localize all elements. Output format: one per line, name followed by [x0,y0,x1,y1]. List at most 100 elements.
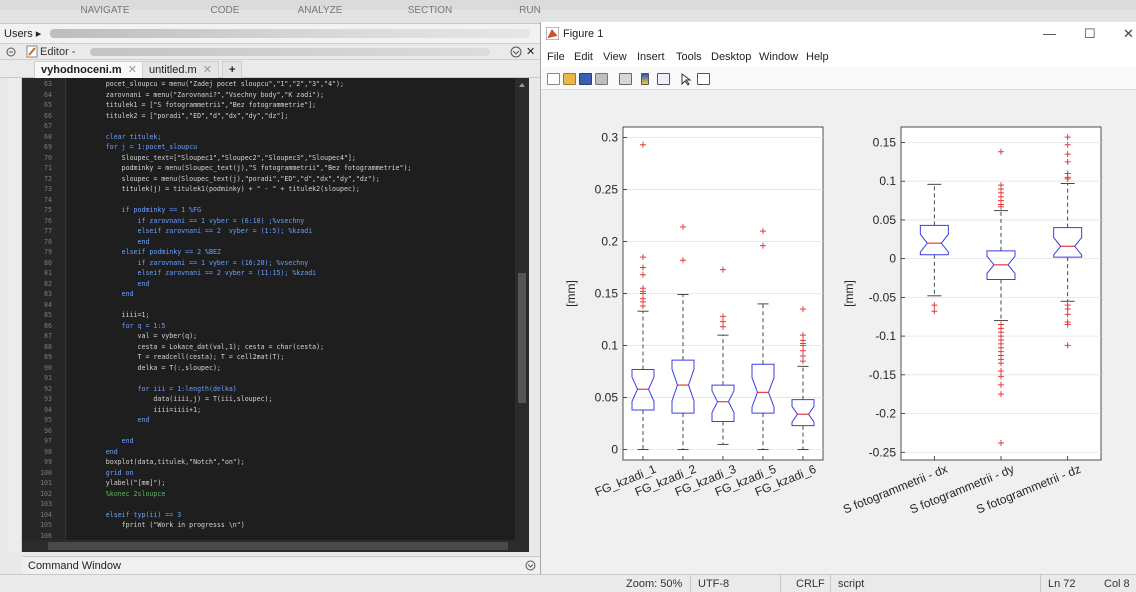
editor-vertical-scrollbar[interactable] [515,78,529,540]
tab-close-icon[interactable]: ✕ [128,64,137,76]
code-line: zarovnani = menu("Zarovnani?","Vsechny b… [74,90,325,99]
tab-close-icon[interactable]: ✕ [203,64,212,76]
code-line: data(iiii,j) = T(iii,sloupec); [74,395,273,403]
line-number: 88 [44,342,52,351]
editor-pencil-icon [26,45,38,58]
menu-edit[interactable]: Edit [574,51,593,63]
editor-horizontal-scrollbar[interactable] [22,540,529,552]
link-icon[interactable] [619,73,632,85]
save-icon[interactable] [579,73,592,85]
minimize-button[interactable]: — [1043,26,1056,41]
code-line: end [74,416,150,424]
code-line: Sloupec_text=["Sloupec1","Sloupec2","Slo… [74,153,356,162]
status-line[interactable]: Ln 72 [1048,578,1076,590]
code-line: end [74,279,150,288]
ribbon-tab-analyze[interactable]: ANALYZE [280,0,360,22]
new-figure-icon[interactable] [547,73,560,85]
menu-view[interactable]: View [603,51,627,63]
path-users[interactable]: Users ▸ [4,27,41,40]
figure-menubar: File Edit View Insert Tools Desktop Wind… [541,47,1136,67]
colorbar-icon[interactable] [641,73,649,85]
tab-label: untitled.m [149,64,197,76]
status-separator [830,575,831,592]
line-number: 65 [44,101,52,109]
y-tick-label: 0 [611,443,618,457]
legend-icon[interactable] [657,73,670,85]
line-number: 72 [44,174,52,183]
panel-collapse-icon[interactable] [6,46,16,58]
status-eol[interactable]: CRLF [796,578,825,590]
current-folder-bar[interactable]: Users ▸ [0,24,545,44]
figure-window: Figure 1 — ☐ ✕ File Edit View Insert Too… [540,22,1136,574]
scroll-up-icon[interactable] [519,83,525,87]
code-line: cesta = Lokace_dat(val,1); cesta = char(… [74,342,325,351]
line-number: 77 [44,227,52,235]
line-number: 96 [44,426,52,435]
y-tick-label: -0.25 [869,445,897,459]
scroll-thumb[interactable] [518,273,526,403]
tab-untitled[interactable]: untitled.m ✕ [142,61,219,78]
y-tick-label: 0 [889,252,896,266]
menu-file[interactable]: File [547,51,565,63]
add-tab-button[interactable]: + [222,61,243,78]
code-line: titulek(j) = titulek1(podminky) + " - " … [74,185,360,193]
code-line: clear titulek; [74,132,162,141]
x-tick-label: S fotogrammetrii - dx [841,462,950,517]
line-number: 83 [44,290,52,298]
status-encoding[interactable]: UTF-8 [698,578,729,590]
code-line: elseif typ(ii) == 3 [74,510,182,519]
property-editor-icon[interactable] [697,73,710,85]
menu-tools[interactable]: Tools [676,51,702,63]
menu-desktop[interactable]: Desktop [711,51,751,63]
hscroll-thumb[interactable] [48,542,508,550]
code-line: iiii=iiii+1; [74,405,202,414]
left-panel-edge [8,78,22,552]
line-number: 91 [44,374,52,382]
status-filetype[interactable]: script [838,578,864,590]
figure-titlebar[interactable]: Figure 1 — ☐ ✕ [541,22,1136,47]
code-line: end [74,447,118,456]
menu-help[interactable]: Help [806,51,829,63]
editor-header: Editor - ✕ [0,44,545,60]
maximize-button[interactable]: ☐ [1084,26,1096,42]
tab-vyhodnoceni[interactable]: vyhodnoceni.m ✕ [34,61,144,78]
code-line: elseif podminky == 2 %BEZ [74,248,221,256]
code-line: if podminky == 1 %FG [74,206,202,214]
y-tick-label: 0.2 [601,234,618,248]
figure-canvas: 0 0.05 0.1 0.15 0.2 0.25 0.3 [mm] FG_kzadi_1 FG_k… [541,91,1136,574]
y-tick-label: 0.15 [873,135,897,149]
line-number: 70 [44,153,52,162]
code-line: end [74,290,134,298]
code-line: elseif zarovnani == 2 vyber = (11:15); %… [74,269,317,277]
code-editor[interactable]: 63 pocet_sloupcu = menu("Zadej pocet slo… [22,78,515,540]
ribbon-tab-navigate[interactable]: NAVIGATE [60,0,150,22]
status-separator [780,575,781,592]
pointer-icon[interactable] [680,73,692,86]
open-file-icon[interactable] [563,73,576,85]
ribbon-tab-code[interactable]: CODE [190,0,260,22]
code-line: if zarovnani == 1 vyber = (6:10) ;%vsech… [74,216,305,225]
close-button[interactable]: ✕ [1123,26,1134,42]
menu-insert[interactable]: Insert [637,51,665,63]
y-tick-label: 0.25 [595,182,619,196]
ribbon-tab-section[interactable]: SECTION [390,0,470,22]
editor-close-icon[interactable]: ✕ [526,45,535,58]
editor-options-icon[interactable] [510,46,522,58]
status-zoom[interactable]: Zoom: 50% [626,578,682,590]
line-number: 94 [44,405,52,414]
code-line: %konec 2sloupce [74,489,166,498]
print-icon[interactable] [595,73,608,85]
menu-window[interactable]: Window [759,51,798,63]
code-line: podminky = menu(Sloupec_text(j),"S fotog… [74,164,412,172]
ribbon-tab-run[interactable]: RUN [500,0,560,22]
command-window-bar[interactable]: Command Window [22,556,545,574]
line-number: 89 [44,353,52,361]
code-line: iiii=1; [74,311,150,319]
code-line: sloupec = menu(Sloupec_text(j),"poradi",… [74,174,380,183]
command-window-options-icon[interactable] [525,560,536,571]
line-number: 92 [44,384,52,393]
line-number: 63 [44,80,52,88]
line-number: 87 [44,332,52,340]
code-line: boxplot(data,titulek,"Notch","on"); [74,458,245,466]
status-col[interactable]: Col 8 [1104,578,1130,590]
